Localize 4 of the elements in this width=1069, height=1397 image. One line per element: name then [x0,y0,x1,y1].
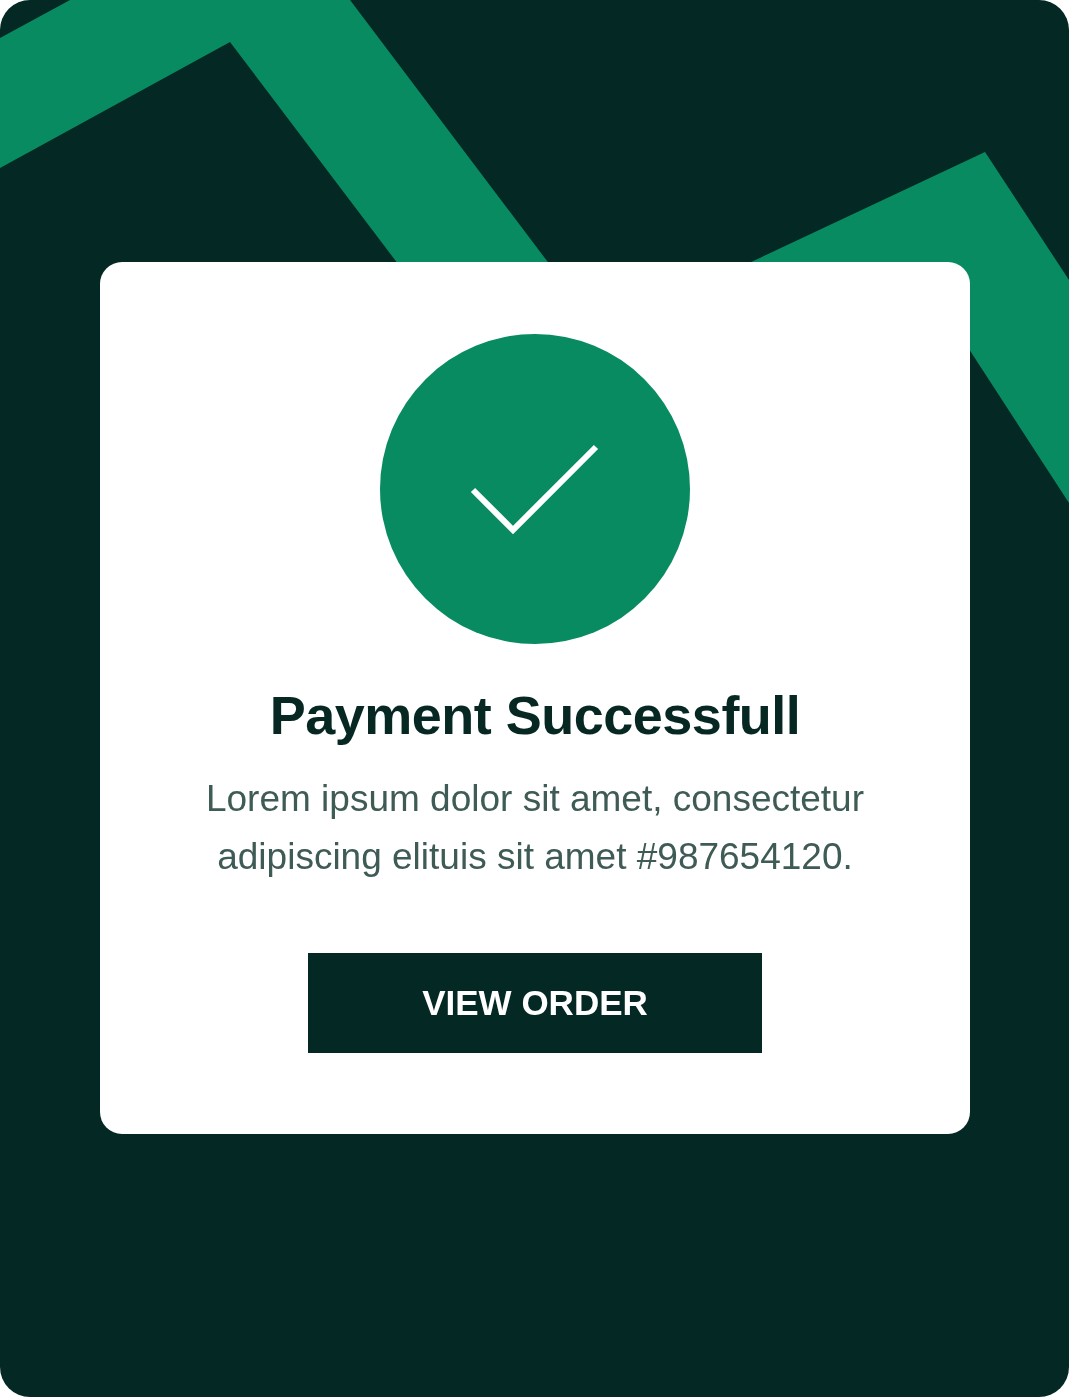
heading: Payment Successfull [269,684,801,746]
view-order-button[interactable]: VIEW ORDER [308,953,762,1053]
message-text: Lorem ipsum dolor sit amet, consectetur adipiscing elituis sit amet #987654120. [204,777,866,879]
success-check-icon [380,334,690,644]
